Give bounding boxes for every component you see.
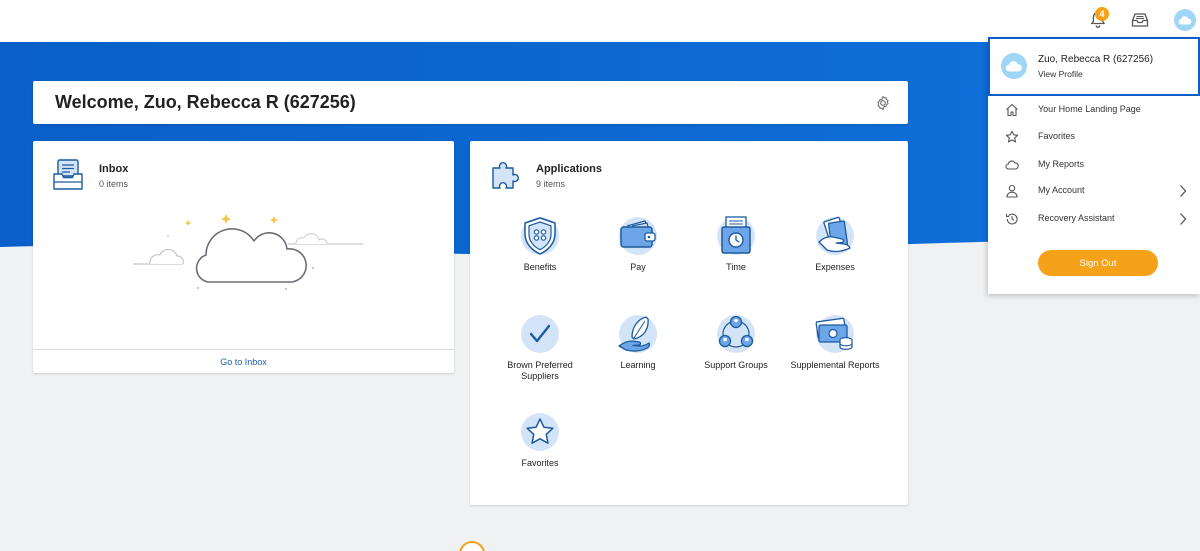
welcome-banner: Welcome, Zuo, Rebecca R (627256) bbox=[33, 81, 908, 124]
app-brown-preferred-suppliers[interactable]: Brown Preferred Suppliers bbox=[490, 314, 590, 382]
applications-card: Applications 9 items Benefits Pay Time E… bbox=[470, 141, 908, 505]
view-profile-link[interactable]: View Profile bbox=[1038, 69, 1083, 79]
menu-item-label: Recovery Assistant bbox=[1038, 213, 1115, 223]
sign-out-button[interactable]: Sign Out bbox=[1038, 250, 1158, 276]
app-benefits[interactable]: Benefits bbox=[490, 216, 590, 273]
puzzle-icon bbox=[490, 159, 522, 191]
profile-header[interactable]: Zuo, Rebecca R (627256) View Profile bbox=[988, 37, 1200, 96]
app-supplemental-reports[interactable]: Supplemental Reports bbox=[785, 314, 885, 371]
applications-count: 9 items bbox=[536, 179, 566, 189]
person-icon bbox=[1005, 184, 1019, 198]
go-to-inbox-link[interactable]: Go to Inbox bbox=[220, 357, 267, 367]
app-label: Supplemental Reports bbox=[790, 360, 880, 370]
app-label: Favorites bbox=[521, 458, 559, 468]
menu-item-label: Favorites bbox=[1038, 131, 1076, 141]
app-label: Brown Preferred Suppliers bbox=[507, 360, 573, 381]
cloud-icon bbox=[1005, 158, 1019, 172]
profile-avatar-icon bbox=[1001, 53, 1027, 79]
feather-hand-icon bbox=[618, 314, 658, 354]
chevron-right-icon bbox=[1179, 212, 1187, 226]
app-label: Expenses bbox=[815, 262, 855, 272]
empty-cloud-illustration bbox=[128, 196, 368, 291]
app-label: Time bbox=[726, 262, 746, 272]
top-bar bbox=[0, 0, 1200, 42]
inbox-card: Inbox 0 items Go to Inbox bbox=[33, 141, 454, 373]
star-icon bbox=[520, 412, 560, 452]
menu-item-favorites[interactable]: Favorites bbox=[988, 124, 1200, 150]
inbox-tray-icon[interactable] bbox=[1128, 8, 1152, 32]
app-expenses[interactable]: Expenses bbox=[785, 216, 885, 273]
app-label: Benefits bbox=[523, 262, 557, 272]
profile-dropdown-menu: Zuo, Rebecca R (627256) View Profile You… bbox=[988, 37, 1200, 294]
app-learning[interactable]: Learning bbox=[588, 314, 688, 371]
page-title: Welcome, Zuo, Rebecca R (627256) bbox=[55, 92, 356, 112]
menu-item-label: My Reports bbox=[1038, 159, 1085, 169]
app-pay[interactable]: Pay bbox=[588, 216, 688, 273]
app-label: Support Groups bbox=[704, 360, 768, 370]
inbox-tray-icon bbox=[52, 158, 84, 192]
gear-icon[interactable] bbox=[875, 95, 891, 111]
inbox-title: Inbox bbox=[99, 163, 129, 175]
app-favorites[interactable]: Favorites bbox=[490, 412, 590, 469]
receipt-hand-icon bbox=[815, 216, 855, 256]
star-outline-icon bbox=[1005, 130, 1019, 144]
menu-item-label: My Account bbox=[1038, 185, 1085, 195]
timeclock-icon bbox=[716, 216, 756, 256]
applications-title: Applications bbox=[536, 163, 603, 175]
app-support-groups[interactable]: Support Groups bbox=[686, 314, 786, 371]
menu-item-recovery-assistant[interactable]: Recovery Assistant bbox=[988, 206, 1200, 232]
menu-item-home-landing-page[interactable]: Your Home Landing Page bbox=[988, 97, 1200, 123]
app-label: Learning bbox=[620, 360, 656, 370]
money-stack-icon bbox=[815, 314, 855, 354]
shield-icon bbox=[520, 216, 560, 256]
menu-item-my-reports[interactable]: My Reports bbox=[988, 152, 1200, 178]
user-avatar-icon[interactable] bbox=[1174, 9, 1196, 31]
wallet-icon bbox=[618, 216, 658, 256]
chevron-right-icon bbox=[1179, 184, 1187, 198]
notification-count-badge[interactable]: 4 bbox=[1095, 7, 1109, 21]
people-group-icon bbox=[716, 314, 756, 354]
home-icon bbox=[1005, 103, 1019, 117]
checkmark-icon bbox=[520, 314, 560, 354]
menu-item-label: Your Home Landing Page bbox=[1038, 104, 1141, 114]
inbox-footer: Go to Inbox bbox=[33, 349, 454, 373]
profile-name: Zuo, Rebecca R (627256) bbox=[1038, 54, 1154, 65]
floating-action-button[interactable] bbox=[459, 541, 485, 551]
menu-item-my-account[interactable]: My Account bbox=[988, 178, 1200, 204]
app-time[interactable]: Time bbox=[686, 216, 786, 273]
inbox-count: 0 items bbox=[99, 179, 129, 189]
history-icon bbox=[1005, 212, 1019, 226]
app-label: Pay bbox=[630, 262, 646, 272]
